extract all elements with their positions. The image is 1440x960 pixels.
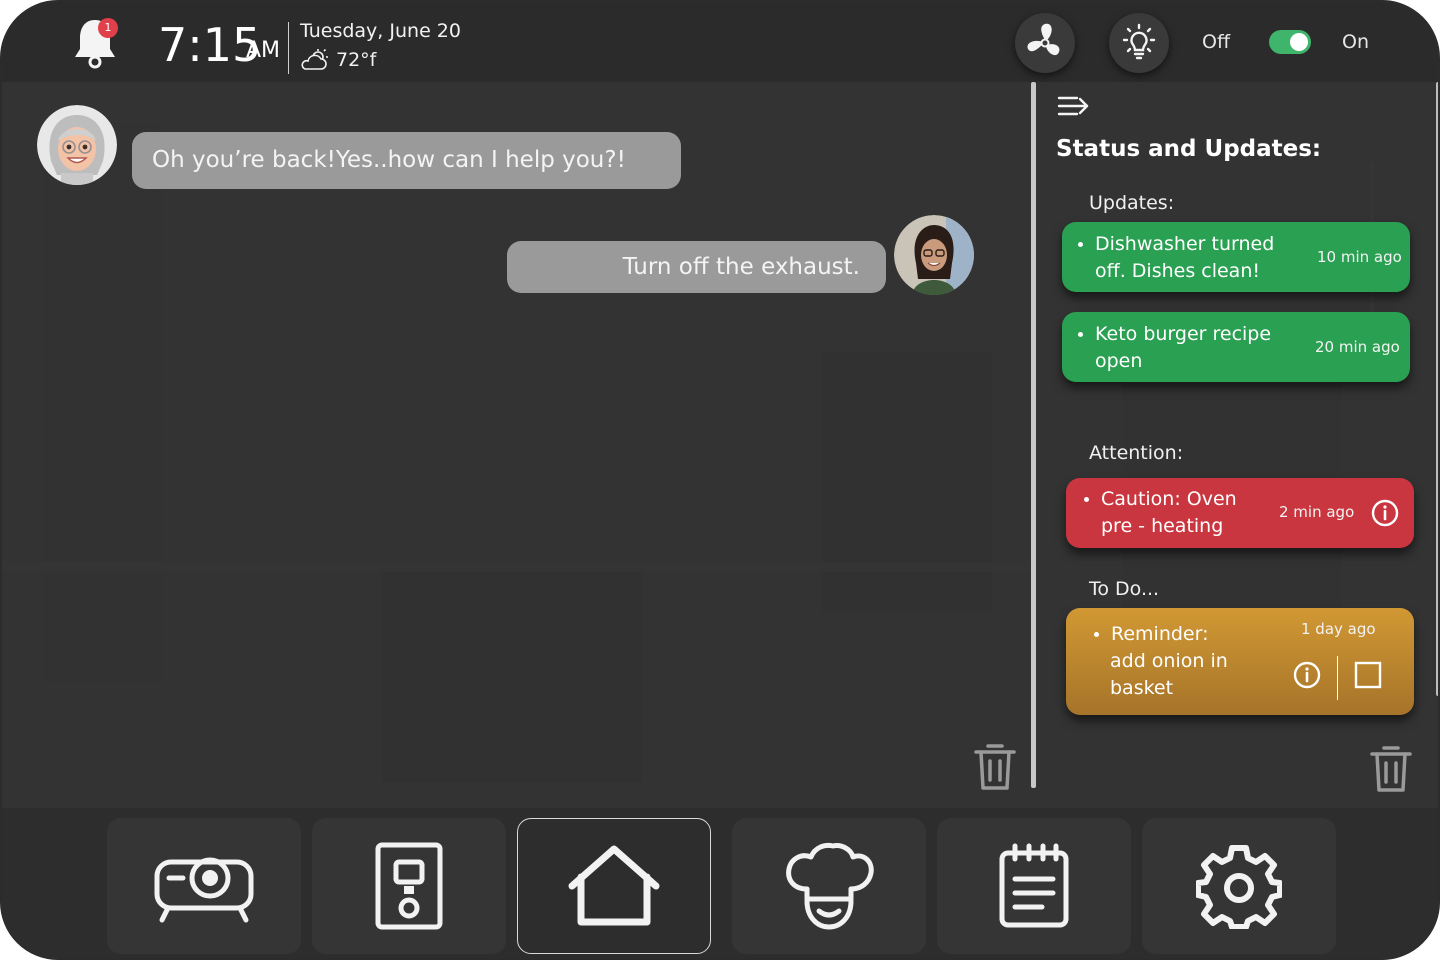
bullet-dot	[1094, 632, 1099, 637]
nav-notes[interactable]	[937, 818, 1131, 954]
nav-appliance[interactable]	[312, 818, 506, 954]
todo-section-label: To Do...	[1089, 578, 1160, 600]
panel-scrollbar[interactable]	[1436, 82, 1438, 696]
todo-text-line3: basket	[1110, 677, 1174, 699]
bullet-dot	[1078, 332, 1083, 337]
toggle-off-label: Off	[1202, 31, 1231, 53]
todo-text-line1: Reminder:	[1111, 623, 1209, 645]
nav-projector[interactable]	[107, 818, 301, 954]
attention-text-line1: Caution: Oven	[1101, 488, 1237, 510]
smart-kitchen-screen: 1 7:15 AM Tuesday, June 20 72°f Off On O…	[0, 0, 1440, 960]
update-text-line2: open	[1095, 350, 1143, 372]
projector-icon	[154, 857, 254, 923]
toggle-knob	[1290, 33, 1308, 51]
date-label: Tuesday, June 20	[300, 20, 461, 42]
temperature-label: 72°f	[336, 49, 377, 71]
updates-section-label: Updates:	[1089, 192, 1175, 214]
fan-button[interactable]	[1015, 13, 1075, 73]
panel-title: Status and Updates:	[1056, 136, 1322, 162]
partly-cloudy-icon	[301, 49, 328, 70]
todo-card-reminder[interactable]: Reminder: add onion in basket 1 day ago	[1066, 608, 1414, 715]
update-text-line1: Dishwasher turned	[1095, 233, 1275, 255]
assistant-avatar	[37, 105, 117, 185]
attention-timestamp: 2 min ago	[1279, 503, 1355, 521]
update-timestamp: 20 min ago	[1315, 338, 1400, 356]
update-card-recipe[interactable]: Keto burger recipe open 20 min ago	[1062, 312, 1410, 382]
nav-home[interactable]	[517, 818, 711, 954]
clock-ampm: AM	[246, 38, 281, 63]
user-avatar	[894, 215, 974, 295]
header-divider	[288, 22, 289, 74]
appliance-icon	[375, 842, 443, 930]
user-message-bubble: Turn off the exhaust.	[507, 241, 886, 293]
update-timestamp: 10 min ago	[1317, 248, 1402, 266]
checkbox-icon[interactable]	[1354, 661, 1382, 689]
info-icon[interactable]	[1370, 498, 1400, 528]
bullet-dot	[1078, 242, 1083, 247]
nav-settings[interactable]	[1142, 818, 1336, 954]
home-icon	[568, 845, 660, 926]
notification-badge: 1	[98, 18, 118, 38]
attention-text-line2: pre - heating	[1101, 515, 1224, 537]
chef-hat-icon	[786, 842, 874, 930]
attention-card-oven[interactable]: Caution: Oven pre - heating 2 min ago	[1066, 478, 1414, 548]
notepad-icon	[999, 843, 1069, 928]
info-icon[interactable]	[1292, 660, 1322, 690]
update-card-dishwasher[interactable]: Dishwasher turned off. Dishes clean! 10 …	[1062, 222, 1410, 292]
toggle-on-label: On	[1342, 31, 1369, 53]
collapse-panel-icon[interactable]	[1057, 94, 1091, 118]
update-text-line2: off. Dishes clean!	[1095, 260, 1260, 282]
assistant-message-bubble: Oh you’re back!Yes..how can I help you?!	[132, 132, 681, 189]
todo-timestamp: 1 day ago	[1301, 620, 1376, 638]
bullet-dot	[1084, 497, 1089, 502]
top-status-bar: 1 7:15 AM Tuesday, June 20 72°f Off On	[2, 2, 1438, 82]
todo-action-divider	[1337, 656, 1338, 700]
fan-icon	[1027, 23, 1060, 56]
lightbulb-icon	[1122, 23, 1156, 60]
gear-icon	[1196, 845, 1282, 929]
nav-chef[interactable]	[732, 818, 926, 954]
update-text-line1: Keto burger recipe	[1095, 323, 1272, 345]
attention-section-label: Attention:	[1089, 442, 1184, 464]
clear-updates-trash-icon[interactable]	[1369, 742, 1413, 794]
light-button[interactable]	[1109, 13, 1169, 73]
chat-area	[2, 82, 1038, 808]
clear-chat-trash-icon[interactable]	[973, 740, 1017, 792]
chat-panel-divider[interactable]	[1031, 82, 1036, 788]
weather-readout: 72°f	[300, 48, 376, 72]
power-toggle[interactable]	[1269, 30, 1311, 54]
todo-text-line2: add onion in	[1110, 650, 1228, 672]
